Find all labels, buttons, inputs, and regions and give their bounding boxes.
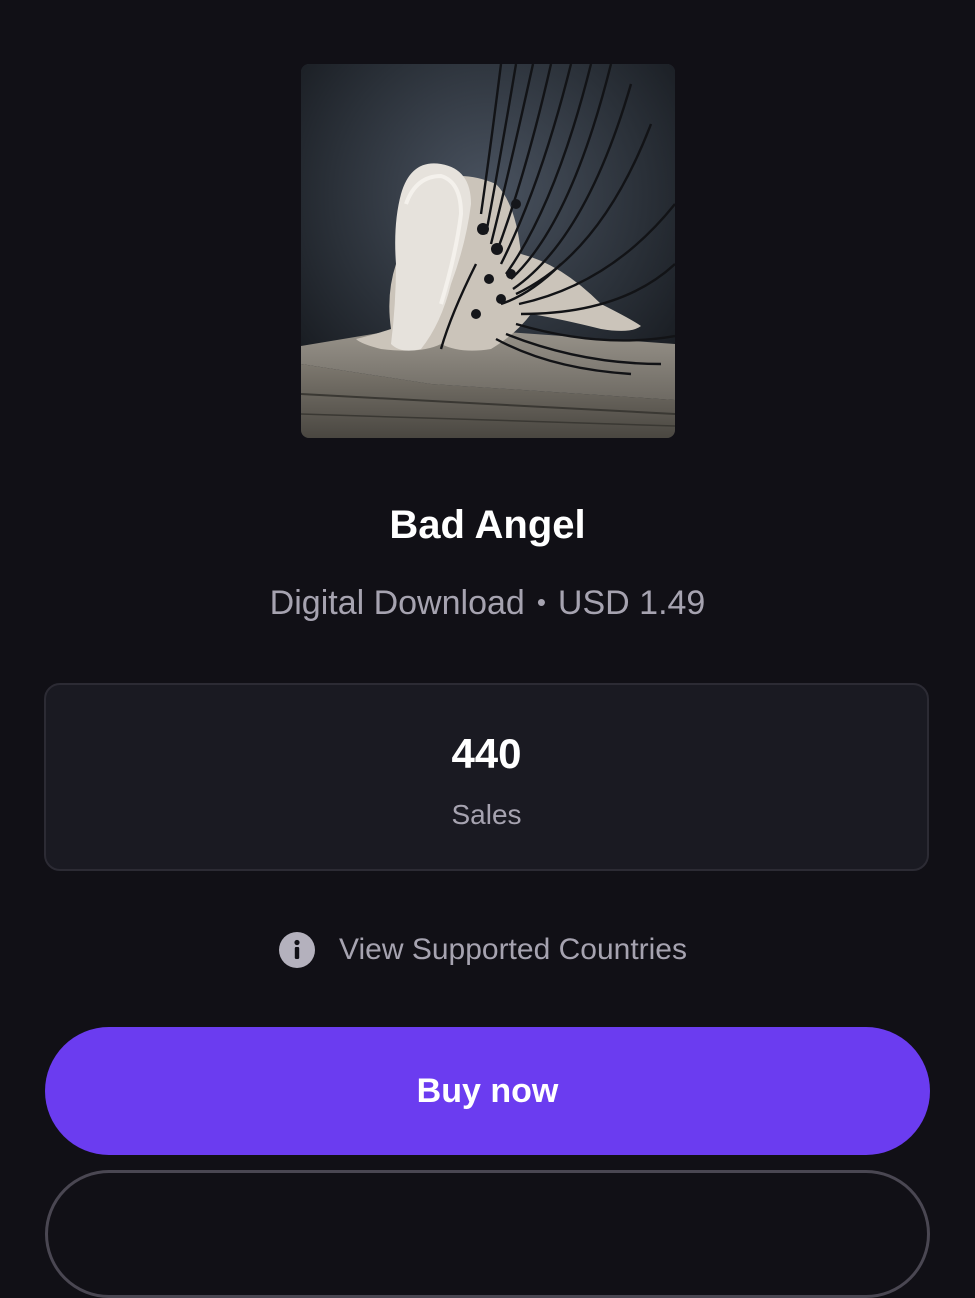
sales-label: Sales xyxy=(451,799,522,830)
product-price: USD 1.49 xyxy=(557,584,706,622)
buy-now-button[interactable]: Buy now xyxy=(45,1027,930,1155)
album-artwork xyxy=(301,64,675,438)
secondary-action-button[interactable] xyxy=(45,1170,930,1298)
product-type: Digital Download xyxy=(269,584,525,622)
info-icon xyxy=(279,932,315,968)
sales-stats-card: 440 Sales xyxy=(44,683,929,871)
countries-link-label: View Supported Countries xyxy=(339,933,687,966)
view-supported-countries-link[interactable]: View Supported Countries xyxy=(279,928,687,972)
product-meta: Digital Download • USD 1.49 xyxy=(0,582,975,626)
product-title: Bad Angel xyxy=(389,503,586,547)
separator-dot: • xyxy=(536,587,546,617)
sales-count: 440 xyxy=(451,730,522,777)
